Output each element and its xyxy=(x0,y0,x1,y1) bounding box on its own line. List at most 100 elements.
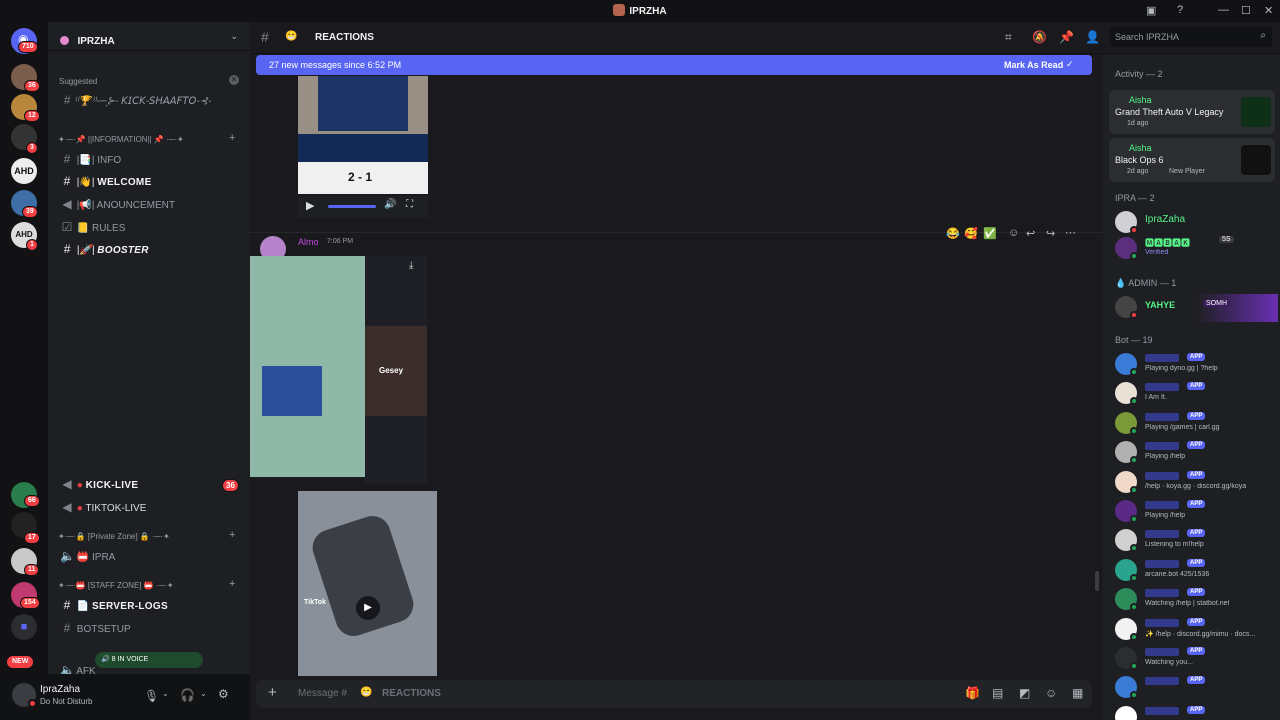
channel-prefix: |📑| xyxy=(76,155,95,166)
inbox-icon[interactable]: ▣ xyxy=(1146,4,1156,17)
suggested-channel[interactable]: # ⁽⁽🏆⁾⁾-─͙⊱- 𝘒𝘐𝘊𝘒-𝘚𝘏𝘈𝘈𝘍𝘛𝘖-⊰- xyxy=(60,93,244,111)
message-input[interactable]: + Message # 😁 REACTIONS 🎁 ▤ ◩ ☺ ▦ xyxy=(256,680,1092,708)
channel-label: ANOUNCEMENT xyxy=(96,200,176,211)
dnd-status-icon xyxy=(1130,311,1138,319)
channel-ipra[interactable]: 🔈 📛 IPRA xyxy=(60,549,244,567)
threads-icon[interactable]: ⌗ xyxy=(1005,30,1012,45)
bot-row[interactable]: APP Watching /help | statbot.net xyxy=(1115,586,1275,614)
channel-label: WELCOME xyxy=(97,177,152,188)
add-reaction-icon[interactable]: ☺ xyxy=(1008,227,1019,239)
channel-prefix: |📢| xyxy=(76,200,95,211)
channel-booster[interactable]: # |🚀| BOOSTER xyxy=(60,242,244,260)
bot-row[interactable]: APP Playing /help xyxy=(1115,498,1275,526)
channel-botsetup[interactable]: # BOTSETUP xyxy=(60,621,244,639)
voice-pill[interactable]: 🔊 8 IN VOICE xyxy=(95,652,203,668)
new-badge[interactable]: NEW xyxy=(6,655,35,669)
progress-bar[interactable] xyxy=(328,205,376,208)
category-information[interactable]: ✦·─·📌 ||INFORMATION|| 📌 ·─·✦ xyxy=(58,135,184,144)
scrollbar-thumb[interactable] xyxy=(1095,571,1099,591)
channel-welcome[interactable]: # |👋| WELCOME xyxy=(60,174,244,192)
activity-card[interactable]: Aisha Grand Theft Auto V Legacy 1d ago xyxy=(1109,90,1275,134)
video-attachment[interactable]: TikTok ▶ xyxy=(298,491,437,676)
volume-icon[interactable]: 🔊 xyxy=(384,199,396,210)
server-badge: 17 xyxy=(24,532,40,544)
reaction-emoji[interactable]: 🥰 xyxy=(964,227,978,240)
channel-announcement[interactable]: ◀ |📢| ANOUNCEMENT xyxy=(60,197,244,215)
sticker-icon[interactable]: ◩ xyxy=(1019,686,1030,700)
bot-row[interactable]: APP arcane.bot 425/1536 xyxy=(1115,557,1275,585)
video-attachment[interactable] xyxy=(298,76,428,166)
play-icon[interactable]: ▶ xyxy=(356,596,380,620)
chevron-down-icon[interactable]: ⌄ xyxy=(200,689,207,698)
category-staff[interactable]: ✦·─·📛 [STAFF ZONE] 📛 ·─·✦ xyxy=(58,581,174,590)
play-icon[interactable]: ▶ xyxy=(306,199,314,212)
member-name: YAHYE xyxy=(1145,300,1176,310)
forward-icon[interactable]: ↪ xyxy=(1046,227,1055,240)
server-badge: 39 xyxy=(22,206,38,218)
message-author[interactable]: Almo xyxy=(298,237,319,247)
new-messages-banner[interactable]: 27 new messages since 6:52 PM Mark As Re… xyxy=(256,55,1092,75)
dismiss-icon[interactable]: ✕ xyxy=(229,75,239,85)
add-channel-icon[interactable]: + xyxy=(229,578,235,590)
add-channel-icon[interactable]: + xyxy=(229,132,235,144)
add-attachment-icon[interactable]: + xyxy=(268,684,277,701)
bot-row[interactable]: APP Watching you... xyxy=(1115,645,1275,673)
bot-row[interactable]: APP Listening to m!help xyxy=(1115,527,1275,555)
bot-row[interactable]: APP Playing dyno.gg | ?help xyxy=(1115,351,1275,379)
bot-row[interactable]: APP I Am It. xyxy=(1115,380,1275,408)
notification-bell-icon[interactable]: 🔕 xyxy=(1032,30,1047,44)
channel-tiktok-live[interactable]: ◀ ● TIKTOK-LIVE xyxy=(60,500,244,518)
suggested-label: Suggested xyxy=(59,77,98,86)
pin-icon[interactable]: 📌 xyxy=(1059,30,1074,44)
mic-icon[interactable]: 🎙 xyxy=(144,689,159,703)
server-ahd[interactable]: AHD xyxy=(11,158,37,184)
channel-rules[interactable]: ☑ 📒 RULES xyxy=(60,220,244,238)
members-icon[interactable]: 👤 xyxy=(1085,30,1100,44)
video-attachment[interactable]: Gesey ⤓ xyxy=(365,256,427,484)
hash-icon: # xyxy=(63,93,71,107)
headphones-icon[interactable]: 🎧 xyxy=(180,688,195,702)
ipra-emoji: 📛 xyxy=(76,552,90,563)
chevron-down-icon[interactable]: ⌄ xyxy=(162,689,169,698)
folder-icon[interactable]: ■ xyxy=(11,614,37,640)
game-icon xyxy=(1241,97,1271,127)
maximize-icon[interactable]: ☐ xyxy=(1241,4,1251,17)
add-channel-icon[interactable]: + xyxy=(229,529,235,541)
search-input[interactable]: Search IPRZHA ⌕ xyxy=(1110,27,1272,47)
bot-row[interactable]: APP ✨ /help · discord.gg/mimu · docs... xyxy=(1115,616,1275,644)
member-row[interactable]: YAHYE SOMH xyxy=(1115,294,1278,322)
bot-row[interactable]: APP xyxy=(1115,674,1275,702)
gear-icon[interactable]: ⚙ xyxy=(218,687,229,701)
minimize-icon[interactable]: — xyxy=(1218,4,1229,16)
channel-sidebar: IPRZHA ⌄ Suggested ✕ # ⁽⁽🏆⁾⁾-─͙⊱- 𝘒𝘐𝘊𝘒-𝘚𝘏… xyxy=(48,22,250,674)
apps-icon[interactable]: ▦ xyxy=(1072,686,1083,700)
app-badge: APP xyxy=(1187,705,1206,714)
channel-server-logs[interactable]: # 📄 SERVER-LOGS xyxy=(60,598,244,616)
member-row[interactable]: 🅼🅰🅱🅰🅺 Verified 5S xyxy=(1115,235,1275,263)
reaction-emoji[interactable]: ✅ xyxy=(983,227,997,240)
help-icon[interactable]: ? xyxy=(1177,4,1183,16)
online-status-icon xyxy=(1130,662,1138,670)
member-row[interactable]: IpraZaha xyxy=(1115,209,1275,237)
bot-row[interactable]: APP/help · koya.gg · discord.gg/koya xyxy=(1115,469,1275,497)
more-icon[interactable]: ⋯ xyxy=(1065,226,1076,239)
bot-row[interactable]: APP Playing /help xyxy=(1115,439,1275,467)
download-icon[interactable]: ⤓ xyxy=(409,260,413,271)
server-header[interactable]: IPRZHA ⌄ xyxy=(60,31,240,47)
gift-icon[interactable]: 🎁 xyxy=(965,686,980,700)
activity-card[interactable]: Aisha Black Ops 6 2d ago New Player xyxy=(1109,138,1275,182)
bot-row[interactable]: APP xyxy=(1115,704,1275,720)
close-icon[interactable]: ✕ xyxy=(1264,4,1273,17)
mark-as-read-button[interactable]: Mark As Read xyxy=(1004,60,1063,70)
channel-info[interactable]: # |📑| INFO xyxy=(60,152,244,170)
online-status-icon xyxy=(1130,456,1138,465)
fullscreen-icon[interactable]: ⛶ xyxy=(406,199,413,210)
reaction-emoji[interactable]: 😂 xyxy=(946,227,960,240)
category-private[interactable]: ✦·─·🔒 [Private Zone] 🔒 ·─·✦ xyxy=(58,532,170,541)
bot-row[interactable]: APP Playing /games | carl.gg xyxy=(1115,410,1275,438)
voice-pill-label: 8 IN VOICE xyxy=(111,656,149,663)
emoji-icon[interactable]: ☺ xyxy=(1045,686,1057,700)
reply-icon[interactable]: ↩ xyxy=(1026,227,1035,240)
channel-kick-live[interactable]: ◀ ● KICK-LIVE xyxy=(60,477,244,495)
gif-icon[interactable]: ▤ xyxy=(992,686,1003,700)
